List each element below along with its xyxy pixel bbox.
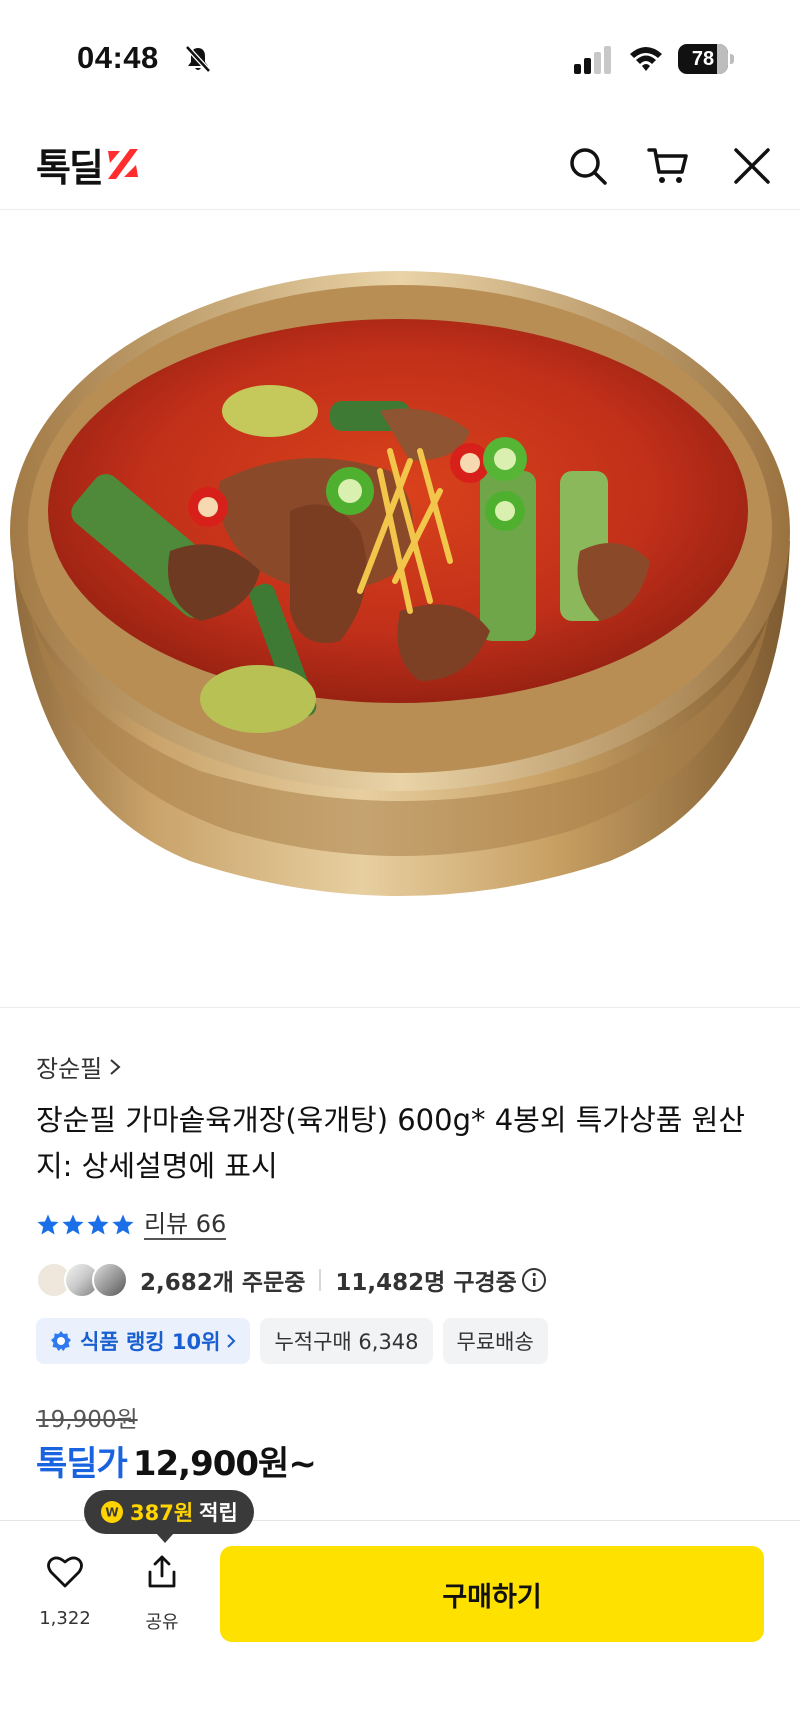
viewers-count: 11,482명 구경중 bbox=[335, 1270, 517, 1296]
point-label: 적립 bbox=[199, 1501, 238, 1525]
orders-count: 2,682개 주문중 bbox=[140, 1270, 306, 1296]
wifi-icon bbox=[630, 47, 662, 71]
product-title: 장순필 가마솥육개장(육개탕) 600g* 4봉외 특가상품 원산지: 상세설명… bbox=[36, 1103, 746, 1183]
info-icon[interactable] bbox=[521, 1267, 547, 1293]
ranking-tag[interactable]: 식품 랭킹 10위 bbox=[36, 1318, 251, 1364]
deal-label: 톡딜가 bbox=[36, 1444, 128, 1484]
orders-row: 2,682개 주문중 11,482명 구경중 bbox=[36, 1262, 547, 1298]
like-count: 1,322 bbox=[39, 1608, 91, 1629]
point-reward-bubble: W 387원 적립 bbox=[84, 1490, 254, 1543]
brand-name: 장순필 bbox=[36, 1055, 103, 1083]
cumulative-purchase-tag: 누적구매 6,348 bbox=[260, 1318, 433, 1364]
status-time: 04:48 bbox=[77, 40, 159, 75]
ranking-badge-icon bbox=[51, 1331, 71, 1351]
search-icon[interactable] bbox=[566, 144, 610, 188]
cart-icon[interactable] bbox=[646, 144, 690, 188]
product-image[interactable] bbox=[0, 211, 800, 1008]
brand-link[interactable]: 장순필 bbox=[36, 1049, 122, 1084]
coin-icon: W bbox=[101, 1501, 123, 1523]
rating-stars bbox=[36, 1213, 136, 1237]
star-icon bbox=[87, 1214, 109, 1235]
like-button[interactable]: 1,322 bbox=[25, 1552, 105, 1629]
share-button[interactable]: 공유 bbox=[122, 1552, 202, 1634]
battery-indicator: 78 bbox=[678, 44, 734, 74]
avatar bbox=[92, 1262, 128, 1298]
divider bbox=[319, 1269, 322, 1291]
star-icon bbox=[37, 1214, 59, 1235]
logo-text: 톡딜 bbox=[36, 145, 104, 190]
chevron-right-icon bbox=[110, 1058, 121, 1075]
point-amount: 387원 bbox=[130, 1501, 194, 1525]
heart-icon bbox=[47, 1556, 83, 1588]
ranking-label: 식품 랭킹 10위 bbox=[80, 1330, 221, 1354]
buyer-avatars bbox=[36, 1262, 132, 1298]
share-icon bbox=[148, 1555, 176, 1588]
chevron-right-icon bbox=[227, 1334, 236, 1348]
tags-row: 식품 랭킹 10위 누적구매 6,348 무료배송 bbox=[36, 1318, 548, 1364]
bell-off-icon bbox=[185, 45, 211, 73]
rating-row[interactable]: 리뷰 66 bbox=[36, 1210, 227, 1240]
app-header: 톡딜 bbox=[0, 110, 800, 210]
buy-button[interactable]: 구매하기 bbox=[220, 1546, 764, 1642]
deal-price-row: 톡딜가 12,900원~ bbox=[36, 1436, 317, 1484]
status-bar: 04:48 78 bbox=[0, 0, 800, 110]
star-icon bbox=[62, 1214, 84, 1235]
share-label: 공유 bbox=[145, 1612, 179, 1633]
svg-text:W: W bbox=[105, 1506, 118, 1520]
signal-icon bbox=[574, 46, 611, 74]
free-shipping-tag: 무료배송 bbox=[442, 1318, 548, 1364]
deal-price: 12,900원~ bbox=[132, 1444, 317, 1484]
original-price: 19,900원 bbox=[36, 1407, 138, 1433]
yukgaejang-bowl-illustration bbox=[10, 271, 790, 896]
star-icon bbox=[112, 1214, 134, 1235]
tokdeal-logo[interactable]: 톡딜 bbox=[36, 144, 142, 190]
review-link[interactable]: 리뷰 66 bbox=[144, 1210, 227, 1240]
close-icon[interactable] bbox=[730, 144, 774, 188]
battery-level-text: 78 bbox=[691, 48, 715, 70]
percent-logo-icon bbox=[107, 149, 138, 179]
